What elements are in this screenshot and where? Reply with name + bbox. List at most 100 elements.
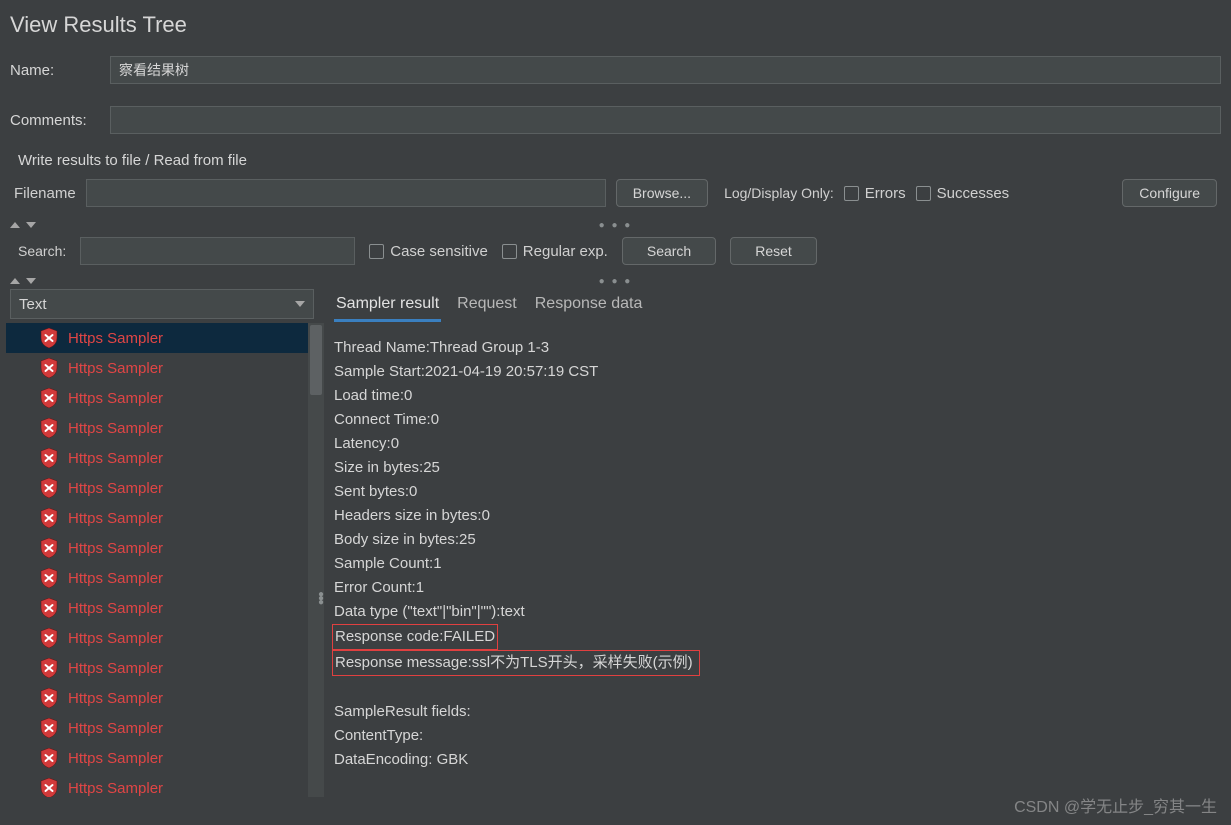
name-label: Name: — [10, 62, 102, 79]
tree-item[interactable]: Https Sampler — [6, 683, 324, 713]
name-input[interactable] — [110, 56, 1221, 84]
result-line: Thread Name:Thread Group 1-3 — [334, 336, 1221, 360]
splitter-1[interactable]: ● ● ● — [0, 219, 1231, 231]
result-line: Size in bytes:25 — [334, 456, 1221, 480]
tree-item[interactable]: Https Sampler — [6, 473, 324, 503]
tree-item-label: Https Sampler — [68, 570, 163, 587]
successes-checkbox[interactable] — [916, 186, 931, 201]
renderer-selected: Text — [19, 296, 47, 313]
error-shield-icon — [40, 778, 58, 797]
comments-input[interactable] — [110, 106, 1221, 134]
tree-item[interactable]: Https Sampler — [6, 503, 324, 533]
scrollbar-track[interactable] — [308, 323, 324, 797]
result-tabs: Sampler result Request Response data — [324, 287, 1231, 322]
reset-button[interactable]: Reset — [730, 237, 817, 265]
expand-down-icon — [26, 222, 36, 228]
renderer-selector[interactable]: Text — [10, 289, 314, 319]
errors-checkbox[interactable] — [844, 186, 859, 201]
error-shield-icon — [40, 568, 58, 588]
error-shield-icon — [40, 328, 58, 348]
tree-item-label: Https Sampler — [68, 540, 163, 557]
results-tree[interactable]: Https Sampler Https Sampler Https Sampler H… — [6, 323, 324, 797]
result-line: Load time:0 — [334, 384, 1221, 408]
tree-item-label: Https Sampler — [68, 630, 163, 647]
tree-item-label: Https Sampler — [68, 390, 163, 407]
tab-request[interactable]: Request — [455, 291, 519, 322]
tree-item-label: Https Sampler — [68, 690, 163, 707]
sampler-result-body: Thread Name:Thread Group 1-3Sample Start… — [324, 322, 1231, 782]
tree-item-label: Https Sampler — [68, 420, 163, 437]
tree-item-label: Https Sampler — [68, 600, 163, 617]
tree-item[interactable]: Https Sampler — [6, 773, 324, 797]
tree-item-label: Https Sampler — [68, 660, 163, 677]
error-shield-icon — [40, 418, 58, 438]
error-shield-icon — [40, 478, 58, 498]
error-shield-icon — [40, 748, 58, 768]
splitter-2[interactable]: ● ● ● — [0, 275, 1231, 287]
result-line: Sample Count:1 — [334, 552, 1221, 576]
result-line: ContentType: — [334, 724, 1221, 748]
tree-item[interactable]: Https Sampler — [6, 623, 324, 653]
tree-item[interactable]: Https Sampler — [6, 563, 324, 593]
error-shield-icon — [40, 358, 58, 378]
error-shield-icon — [40, 538, 58, 558]
tree-item-label: Https Sampler — [68, 480, 163, 497]
logdisplay-label: Log/Display Only: — [724, 185, 834, 201]
watermark: CSDN @学无止步_穷其一生 — [1014, 793, 1217, 817]
result-line: Headers size in bytes:0 — [334, 504, 1221, 528]
case-sensitive-checkbox[interactable] — [369, 244, 384, 259]
drag-dots-icon: ● ● ● — [599, 276, 633, 287]
tree-item[interactable]: Https Sampler — [6, 353, 324, 383]
configure-button[interactable]: Configure — [1122, 179, 1217, 207]
tree-item-label: Https Sampler — [68, 750, 163, 767]
tree-item[interactable]: Https Sampler — [6, 383, 324, 413]
error-shield-icon — [40, 688, 58, 708]
expand-up-icon — [10, 222, 20, 228]
successes-label: Successes — [937, 185, 1010, 202]
error-shield-icon — [40, 628, 58, 648]
result-line: Connect Time:0 — [334, 408, 1221, 432]
tree-item[interactable]: Https Sampler — [6, 593, 324, 623]
result-line: Sample Start:2021-04-19 20:57:19 CST — [334, 360, 1221, 384]
regex-checkbox[interactable] — [502, 244, 517, 259]
result-line: Latency:0 — [334, 432, 1221, 456]
result-line: Data type ("text"|"bin"|""):text — [334, 600, 1221, 624]
tree-item[interactable]: Https Sampler — [6, 743, 324, 773]
search-button[interactable]: Search — [622, 237, 716, 265]
comments-label: Comments: — [10, 112, 102, 129]
search-input[interactable] — [80, 237, 355, 265]
file-section-title: Write results to file / Read from file — [0, 138, 1231, 175]
tree-item-label: Https Sampler — [68, 780, 163, 797]
browse-button[interactable]: Browse... — [616, 179, 708, 207]
tree-item[interactable]: Https Sampler — [6, 653, 324, 683]
tree-item-label: Https Sampler — [68, 720, 163, 737]
tree-item[interactable]: Https Sampler — [6, 443, 324, 473]
error-shield-icon — [40, 658, 58, 678]
tree-item[interactable]: Https Sampler — [6, 323, 324, 353]
expand-down-icon — [26, 278, 36, 284]
expand-up-icon — [10, 278, 20, 284]
filename-input[interactable] — [86, 179, 606, 207]
response-code-highlight: Response code:FAILED — [332, 624, 498, 650]
regex-label: Regular exp. — [523, 243, 608, 260]
result-line: Sent bytes:0 — [334, 480, 1221, 504]
chevron-down-icon — [295, 301, 305, 307]
drag-dots-icon: ● ● ● — [599, 220, 633, 231]
case-sensitive-label: Case sensitive — [390, 243, 488, 260]
error-shield-icon — [40, 388, 58, 408]
tree-item[interactable]: Https Sampler — [6, 413, 324, 443]
tree-item-label: Https Sampler — [68, 330, 163, 347]
errors-label: Errors — [865, 185, 906, 202]
result-line: Body size in bytes:25 — [334, 528, 1221, 552]
tree-item-label: Https Sampler — [68, 360, 163, 377]
tree-item[interactable]: Https Sampler — [6, 533, 324, 563]
tree-item-label: Https Sampler — [68, 450, 163, 467]
response-message-highlight: Response message:ssl不为TLS开头，采样失败(示例) — [332, 650, 700, 676]
tab-sampler-result[interactable]: Sampler result — [334, 291, 441, 322]
tab-response-data[interactable]: Response data — [533, 291, 645, 322]
error-shield-icon — [40, 598, 58, 618]
scrollbar-thumb[interactable] — [310, 325, 322, 395]
tree-item[interactable]: Https Sampler — [6, 713, 324, 743]
vertical-drag-dots-icon[interactable]: ●●● — [318, 593, 324, 605]
error-shield-icon — [40, 718, 58, 738]
